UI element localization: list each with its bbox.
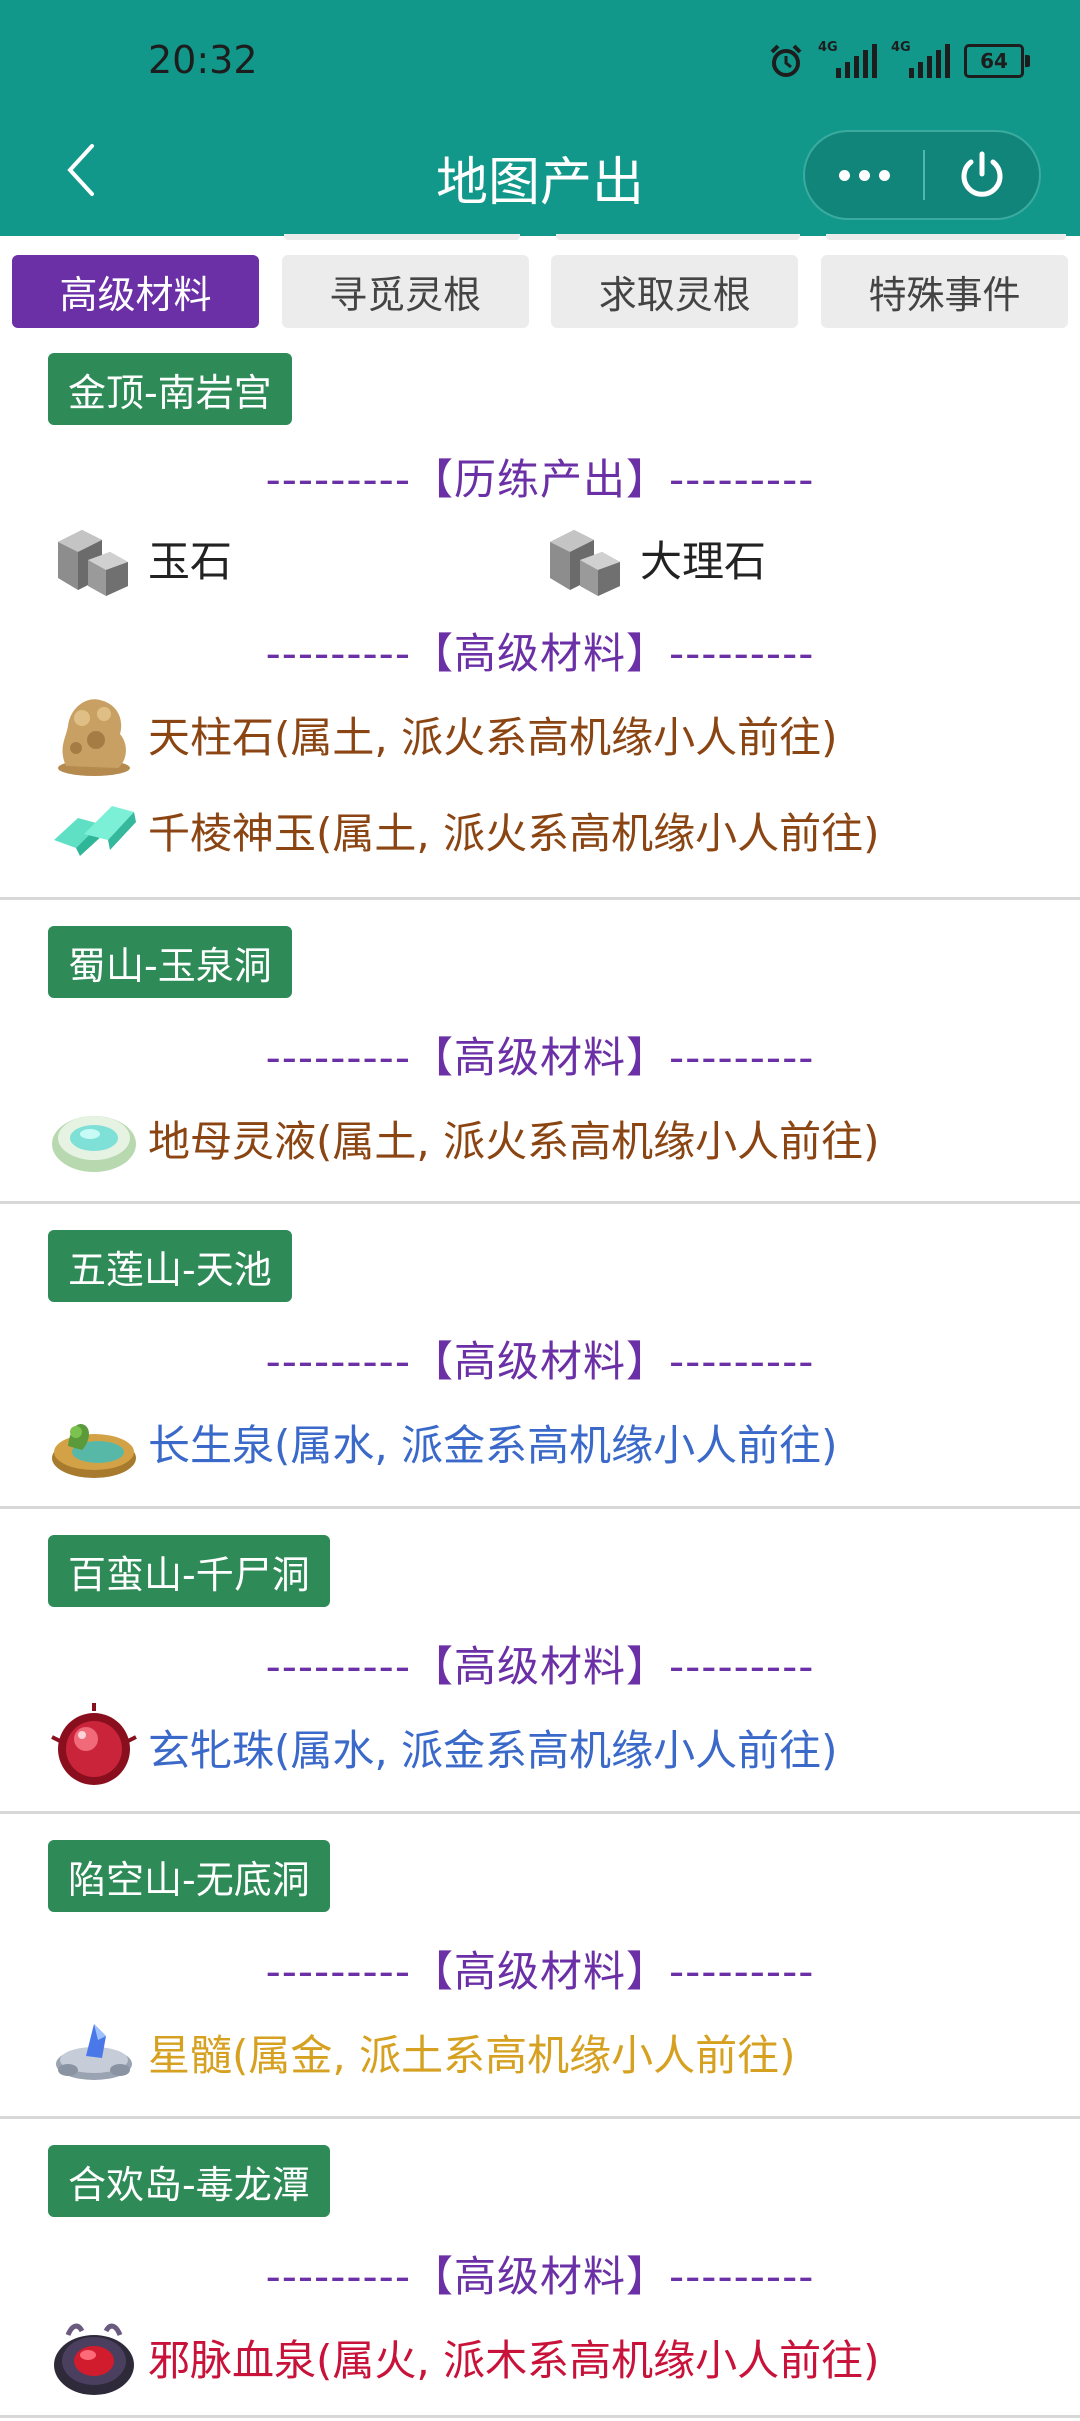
island-spring-icon — [52, 1424, 136, 1478]
location-tag[interactable]: 金顶-南岩宫 — [48, 353, 292, 425]
material-name: 千棱神玉(属土, 派火系高机缘小人前往) — [148, 808, 880, 858]
location-section: 蜀山-玉泉洞 ---------【高级材料】--------- 地母灵液(属土,… — [0, 900, 1080, 1204]
advanced-material-header: ---------【高级材料】--------- — [265, 1033, 815, 1082]
location-tag[interactable]: 陷空山-无底洞 — [48, 1840, 330, 1912]
stone-block-icon — [550, 530, 620, 596]
material-name: 长生泉(属水, 派金系高机缘小人前往) — [148, 1420, 838, 1470]
material-name: 地母灵液(属土, 派火系高机缘小人前往) — [148, 1116, 880, 1166]
advanced-material-header: ---------【高级材料】--------- — [265, 629, 815, 678]
training-item[interactable]: 玉石 — [48, 510, 232, 606]
location-tag[interactable]: 百蛮山-千尸洞 — [48, 1535, 330, 1607]
spring-pool-icon — [52, 1116, 136, 1172]
location-section: 金顶-南岩宫 ---------【历练产出】--------- 玉石 大理石 -… — [0, 338, 1080, 900]
location-section: 合欢岛-毒龙潭 ---------【高级材料】--------- 邪脉血泉(属火… — [0, 2119, 1080, 2418]
advanced-material-header: ---------【高级材料】--------- — [265, 1337, 815, 1386]
jade-crystal-icon — [54, 806, 136, 856]
training-output-header: ---------【历练产出】--------- — [265, 455, 815, 504]
material-item[interactable]: 千棱神玉(属土, 派火系高机缘小人前往) — [48, 782, 879, 878]
red-orb-icon — [51, 1703, 137, 1785]
location-section: 五莲山-天池 ---------【高级材料】--------- 长生泉(属水, … — [0, 1204, 1080, 1509]
material-item[interactable]: 天柱石(属土, 派火系高机缘小人前往) — [48, 686, 837, 782]
item-name: 玉石 — [148, 536, 233, 586]
material-name: 邪脉血泉(属火, 派木系高机缘小人前往) — [148, 2335, 880, 2385]
map-output-list: 金顶-南岩宫 ---------【历练产出】--------- 玉石 大理石 -… — [0, 0, 1080, 2421]
location-section: 陷空山-无底洞 ---------【高级材料】--------- 星髓(属金, … — [0, 1814, 1080, 2119]
material-name: 玄牝珠(属水, 派金系高机缘小人前往) — [148, 1725, 838, 1775]
training-item[interactable]: 大理石 — [540, 510, 766, 606]
stone-block-icon — [58, 530, 128, 596]
location-tag[interactable]: 蜀山-玉泉洞 — [48, 926, 292, 998]
material-name: 天柱石(属土, 派火系高机缘小人前往) — [148, 712, 838, 762]
blood-spring-icon — [54, 2323, 134, 2395]
material-item[interactable]: 长生泉(属水, 派金系高机缘小人前往) — [48, 1394, 837, 1490]
location-tag[interactable]: 合欢岛-毒龙潭 — [48, 2145, 330, 2217]
location-tag[interactable]: 五莲山-天池 — [48, 1230, 292, 1302]
material-item[interactable]: 地母灵液(属土, 派火系高机缘小人前往) — [48, 1090, 879, 1186]
item-name: 大理石 — [640, 536, 767, 586]
star-marrow-icon — [56, 2024, 132, 2080]
advanced-material-header: ---------【高级材料】--------- — [265, 1947, 815, 1996]
material-item[interactable]: 邪脉血泉(属火, 派木系高机缘小人前往) — [48, 2309, 879, 2405]
advanced-material-header: ---------【高级材料】--------- — [265, 2252, 815, 2301]
location-section: 百蛮山-千尸洞 ---------【高级材料】--------- 玄牝珠(属水,… — [0, 1509, 1080, 1814]
advanced-material-header: ---------【高级材料】--------- — [265, 1642, 815, 1691]
rock-pillar-icon — [58, 699, 130, 776]
material-item[interactable]: 星髓(属金, 派土系高机缘小人前往) — [48, 2004, 795, 2100]
material-name: 星髓(属金, 派土系高机缘小人前往) — [148, 2030, 796, 2080]
material-item[interactable]: 玄牝珠(属水, 派金系高机缘小人前往) — [48, 1699, 837, 1795]
